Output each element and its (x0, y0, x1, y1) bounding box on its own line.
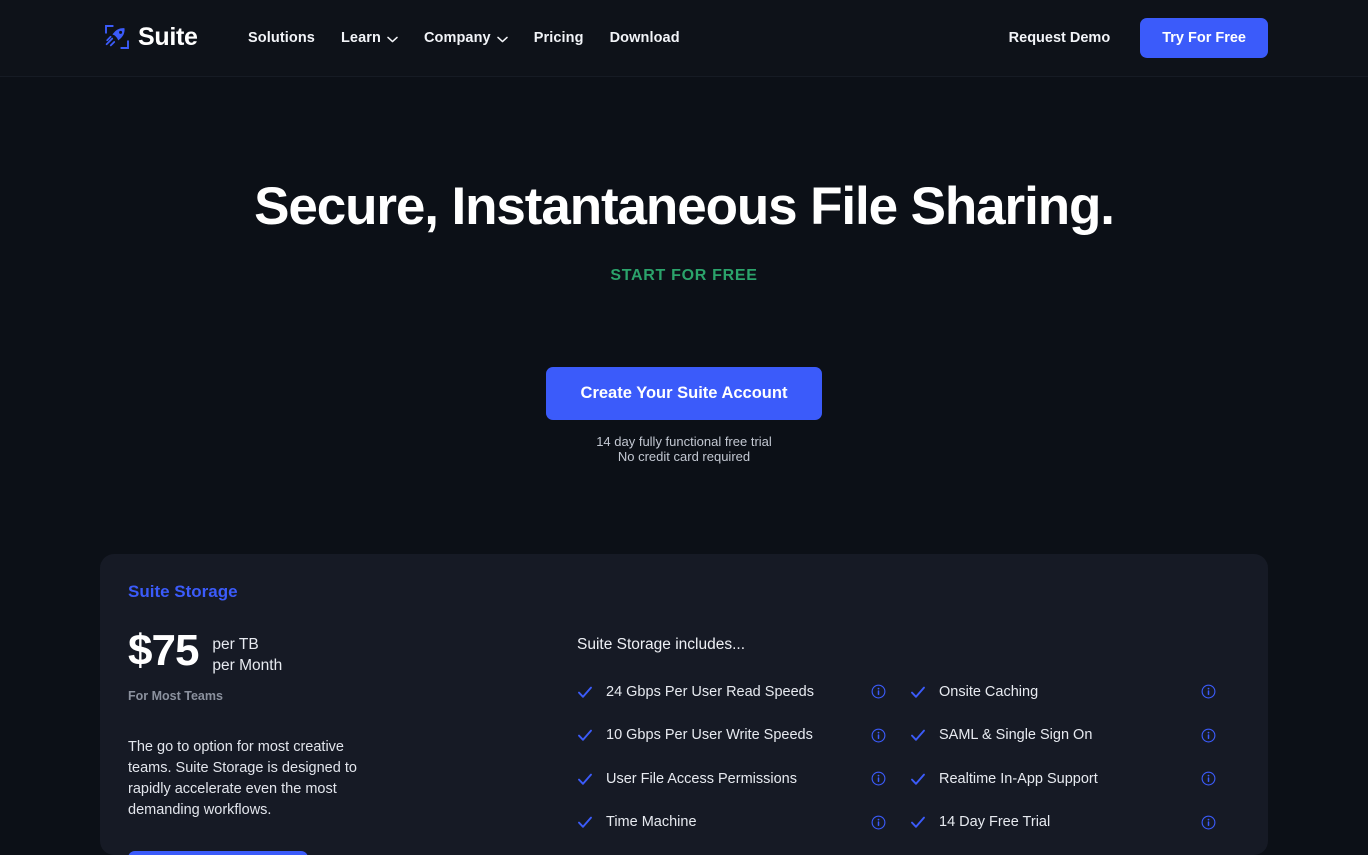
price-unit-line-2: per Month (212, 657, 283, 674)
info-icon[interactable] (1201, 815, 1216, 830)
nav-label: Solutions (248, 30, 315, 46)
check-icon (577, 684, 593, 700)
price-row: $75 per TB per Month (128, 628, 428, 676)
info-icon[interactable] (1201, 771, 1216, 786)
info-icon[interactable] (1201, 684, 1216, 699)
brand-logo[interactable]: Suite (104, 24, 198, 50)
plan-get-started-button[interactable]: Get Started (128, 851, 308, 855)
hero-section: Secure, Instantaneous File Sharing. STAR… (0, 77, 1368, 464)
pricing-card: Suite Storage $75 per TB per Month For M… (100, 554, 1268, 855)
hero-cta-wrap: Create Your Suite Account 14 day fully f… (0, 367, 1368, 464)
check-icon (910, 727, 926, 743)
features-grid: 24 Gbps Per User Read Speeds Onsite Cach… (577, 670, 1240, 844)
chevron-down-icon (496, 34, 508, 43)
feature-label: 14 Day Free Trial (939, 814, 1051, 831)
main-nav: Solutions Learn Company Pricing Download (248, 30, 680, 46)
feature-label: 10 Gbps Per User Write Speeds (606, 727, 813, 744)
nav-item-download[interactable]: Download (610, 30, 680, 46)
nav-label: Company (423, 30, 491, 46)
feature-item: User File Access Permissions (577, 757, 910, 801)
plan-description: The go to option for most creative teams… (128, 739, 357, 818)
check-icon (577, 771, 593, 787)
nav-label: Pricing (533, 30, 584, 46)
features-title: Suite Storage includes... (577, 636, 746, 653)
feature-label: 24 Gbps Per User Read Speeds (606, 683, 814, 700)
info-icon[interactable] (871, 771, 886, 786)
nav-label: Download (609, 30, 680, 46)
feature-item: Time Machine (577, 801, 910, 845)
feature-item: 10 Gbps Per User Write Speeds (577, 714, 910, 758)
check-icon (910, 684, 926, 700)
nav-label: Learn (340, 30, 381, 46)
nav-item-solutions[interactable]: Solutions (248, 30, 315, 46)
chevron-down-icon (387, 34, 398, 43)
hero-note-line-2: No credit card required (617, 448, 751, 464)
check-icon (910, 771, 926, 787)
info-icon[interactable] (871, 815, 886, 830)
pricing-details: $75 per TB per Month For Most Teams The … (128, 628, 428, 821)
feature-item: Realtime In-App Support (910, 757, 1240, 801)
try-for-free-button[interactable]: Try For Free (1140, 18, 1268, 58)
nav-item-learn[interactable]: Learn (341, 30, 398, 46)
feature-label: User File Access Permissions (606, 770, 797, 787)
landing-page: Suite Solutions Learn Company Pricing Do… (0, 0, 1368, 855)
header-actions: Request Demo Try For Free (1009, 18, 1268, 58)
feature-label: Realtime In-App Support (939, 770, 1098, 787)
feature-item: SAML & Single Sign On (910, 714, 1240, 758)
plan-audience: For Most Teams (128, 689, 223, 703)
nav-item-company[interactable]: Company (424, 30, 508, 46)
feature-item: 24 Gbps Per User Read Speeds (577, 670, 910, 714)
feature-item: 14 Day Free Trial (910, 801, 1240, 845)
feature-label: Time Machine (606, 814, 697, 831)
nav-item-pricing[interactable]: Pricing (534, 30, 584, 46)
feature-item: Onsite Caching (910, 670, 1240, 714)
price-amount: $75 (128, 626, 199, 675)
info-icon[interactable] (871, 728, 886, 743)
hero-note-line-1: 14 day fully functional free trial (596, 434, 772, 449)
info-icon[interactable] (1201, 728, 1216, 743)
rocket-logo-icon (104, 24, 130, 50)
feature-label: SAML & Single Sign On (939, 727, 1093, 744)
brand-name: Suite (138, 23, 198, 51)
check-icon (910, 814, 926, 830)
info-icon[interactable] (871, 684, 886, 699)
price-unit-line-1: per TB (212, 636, 259, 653)
price-unit: per TB per Month (212, 628, 282, 676)
site-header: Suite Solutions Learn Company Pricing Do… (0, 0, 1368, 77)
plan-name: Suite Storage (128, 582, 238, 601)
check-icon (577, 814, 593, 830)
feature-label: Onsite Caching (939, 683, 1039, 700)
hero-title: Secure, Instantaneous File Sharing. (254, 177, 1115, 236)
request-demo-link[interactable]: Request Demo (1009, 30, 1111, 46)
features-section: Suite Storage includes... 24 Gbps Per Us… (577, 636, 1240, 844)
hero-cta-note: 14 day fully functional free trial No cr… (0, 434, 1368, 464)
hero-kicker: START FOR FREE (610, 267, 758, 284)
create-account-button[interactable]: Create Your Suite Account (545, 367, 823, 420)
check-icon (577, 727, 593, 743)
